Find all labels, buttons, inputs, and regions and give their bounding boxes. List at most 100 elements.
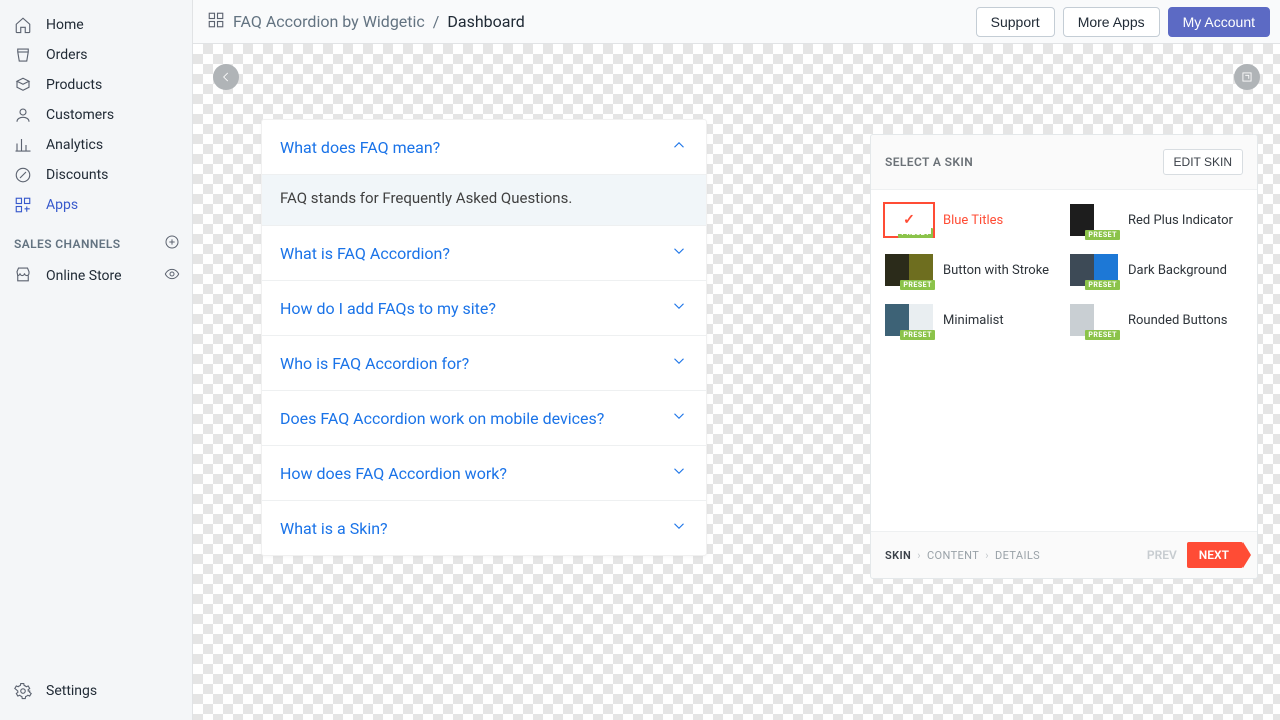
add-channel-icon[interactable]	[164, 234, 180, 253]
next-button[interactable]: NEXT	[1187, 542, 1243, 568]
skin-panel-title: SELECT A SKIN	[885, 155, 973, 169]
skin-option[interactable]: PRESETDark Background	[1070, 254, 1243, 286]
preset-tag: PRESET	[1085, 280, 1120, 290]
wizard-steps: SKIN› CONTENT› DETAILS	[885, 549, 1040, 562]
accordion-item: How does FAQ Accordion work?	[262, 446, 706, 501]
skin-thumbnail: PRESET	[1070, 304, 1118, 336]
skin-name: Button with Stroke	[943, 263, 1049, 278]
step-content[interactable]: CONTENT	[927, 549, 979, 562]
accordion-header[interactable]: How does FAQ Accordion work?	[262, 446, 706, 500]
skin-name: Minimalist	[943, 313, 1004, 328]
discounts-icon	[14, 166, 32, 184]
sidebar-channel-label: Online Store	[46, 268, 122, 284]
skin-option[interactable]: PRESET Red Plus Indicator	[1070, 204, 1243, 236]
sidebar-item-discounts[interactable]: Discounts	[0, 160, 192, 190]
resize-button[interactable]	[1234, 64, 1260, 90]
step-details[interactable]: DETAILS	[995, 549, 1040, 562]
skin-thumbnail: PRESET	[885, 204, 933, 236]
sidebar-item-label: Home	[46, 17, 84, 33]
skin-thumbnail: PRESET	[1070, 204, 1118, 236]
prev-button: PREV	[1147, 548, 1177, 562]
chevron-down-icon	[670, 462, 688, 484]
skin-option[interactable]: PRESETMinimalist	[885, 304, 1058, 336]
sidebar-item-label: Orders	[46, 47, 88, 63]
topbar: FAQ Accordion by Widgetic / Dashboard Su…	[193, 0, 1280, 44]
chevron-down-icon	[670, 297, 688, 319]
sidebar-item-label: Apps	[46, 197, 78, 213]
sidebar-item-products[interactable]: Products	[0, 70, 192, 100]
sidebar-item-label: Discounts	[46, 167, 108, 183]
edit-skin-button[interactable]: EDIT SKIN	[1163, 149, 1243, 175]
skin-option[interactable]: PRESET Rounded Buttons	[1070, 304, 1243, 336]
sidebar-item-orders[interactable]: Orders	[0, 40, 192, 70]
breadcrumb-current: Dashboard	[447, 12, 524, 31]
sidebar-item-label: Products	[46, 77, 102, 93]
preset-tag: PRESET	[1085, 230, 1120, 240]
chevron-down-icon	[670, 407, 688, 429]
accordion-item: How do I add FAQs to my site?	[262, 281, 706, 336]
back-button[interactable]	[213, 64, 239, 90]
support-button[interactable]: Support	[976, 7, 1055, 37]
accordion-item: What does FAQ mean? FAQ stands for Freque…	[262, 120, 706, 226]
accordion-header[interactable]: How do I add FAQs to my site?	[262, 281, 706, 335]
preview-icon[interactable]	[164, 266, 180, 286]
home-icon	[14, 16, 32, 34]
accordion-header[interactable]: Who is FAQ Accordion for?	[262, 336, 706, 390]
accordion-header[interactable]: What does FAQ mean?	[262, 120, 706, 174]
accordion-title: What does FAQ mean?	[280, 138, 440, 157]
skin-panel: SELECT A SKIN EDIT SKIN PRESET Blue Title…	[870, 134, 1258, 579]
orders-icon	[14, 46, 32, 64]
analytics-icon	[14, 136, 32, 154]
chevron-down-icon	[670, 242, 688, 264]
step-skin[interactable]: SKIN	[885, 549, 911, 562]
apps-icon	[14, 196, 32, 214]
breadcrumb: FAQ Accordion by Widgetic / Dashboard	[207, 11, 525, 33]
sidebar: Home Orders Products Customers Analytics…	[0, 0, 192, 720]
accordion-header[interactable]: What is a Skin?	[262, 501, 706, 555]
chevron-down-icon	[670, 352, 688, 374]
app-icon	[207, 11, 225, 33]
chevron-down-icon	[670, 517, 688, 539]
accordion-preview: What does FAQ mean? FAQ stands for Freque…	[261, 119, 707, 556]
chevron-up-icon	[670, 136, 688, 158]
breadcrumb-separator: /	[433, 12, 440, 31]
sidebar-item-apps[interactable]: Apps	[0, 190, 192, 220]
accordion-title: How does FAQ Accordion work?	[280, 464, 507, 483]
customers-icon	[14, 106, 32, 124]
sidebar-item-home[interactable]: Home	[0, 10, 192, 40]
skin-name: Rounded Buttons	[1128, 313, 1228, 328]
skin-name: Blue Titles	[943, 213, 1003, 228]
skin-grid: PRESET Blue Titles PRESET Red Plus Indicato…	[871, 190, 1257, 531]
sidebar-section-sales-channels: SALES CHANNELS	[0, 220, 192, 259]
skin-thumbnail: PRESET	[885, 254, 933, 286]
sidebar-item-analytics[interactable]: Analytics	[0, 130, 192, 160]
accordion-item: Who is FAQ Accordion for?	[262, 336, 706, 391]
skin-option[interactable]: PRESET Blue Titles	[885, 204, 1058, 236]
accordion-item: Does FAQ Accordion work on mobile device…	[262, 391, 706, 446]
products-icon	[14, 76, 32, 94]
sidebar-item-label: Analytics	[46, 137, 103, 153]
preset-tag: PRESET	[898, 228, 933, 238]
accordion-header[interactable]: Does FAQ Accordion work on mobile device…	[262, 391, 706, 445]
my-account-button[interactable]: My Account	[1168, 7, 1270, 37]
preview-canvas: What does FAQ mean? FAQ stands for Freque…	[193, 44, 1280, 720]
accordion-body: FAQ stands for Frequently Asked Question…	[262, 174, 706, 225]
store-icon	[14, 265, 32, 287]
sidebar-item-online-store[interactable]: Online Store	[0, 259, 192, 293]
accordion-item: What is FAQ Accordion?	[262, 226, 706, 281]
gear-icon	[14, 682, 32, 700]
skin-option[interactable]: PRESET Button with Stroke	[885, 254, 1058, 286]
skin-name: Red Plus Indicator	[1128, 213, 1233, 228]
preset-tag: PRESET	[900, 280, 935, 290]
breadcrumb-app-link[interactable]: FAQ Accordion by Widgetic	[233, 12, 425, 31]
accordion-header[interactable]: What is FAQ Accordion?	[262, 226, 706, 280]
more-apps-button[interactable]: More Apps	[1063, 7, 1160, 37]
sidebar-item-customers[interactable]: Customers	[0, 100, 192, 130]
sidebar-item-settings[interactable]: Settings	[0, 676, 192, 706]
sidebar-section-label: SALES CHANNELS	[14, 237, 121, 251]
accordion-title: How do I add FAQs to my site?	[280, 299, 496, 318]
accordion-title: What is FAQ Accordion?	[280, 244, 450, 263]
accordion-title: What is a Skin?	[280, 519, 388, 538]
accordion-title: Does FAQ Accordion work on mobile device…	[280, 409, 604, 428]
preset-tag: PRESET	[900, 330, 935, 340]
